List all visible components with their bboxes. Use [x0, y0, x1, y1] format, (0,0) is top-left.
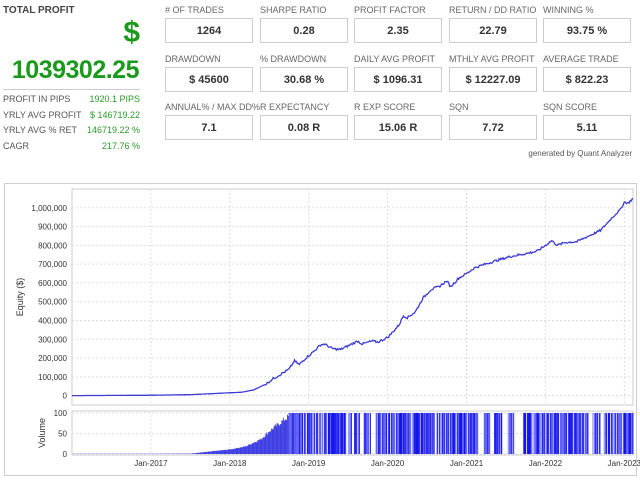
y-tick-label: 200,000	[38, 354, 67, 363]
y-tick-label: 100,000	[38, 373, 67, 382]
x-tick-label: Jan-2018	[213, 459, 247, 468]
y-tick-label: 700,000	[38, 260, 67, 269]
x-tick-label: Jan-2022	[529, 459, 563, 468]
volume-tick-label: 100	[54, 409, 68, 418]
equity-plot-area	[71, 188, 634, 406]
x-tick-label: Jan-2023	[608, 459, 640, 468]
y-tick-label: 600,000	[38, 279, 67, 288]
x-tick-label: Jan-2017	[134, 459, 168, 468]
y-tick-label: 300,000	[38, 335, 67, 344]
volume-tick-label: 50	[58, 430, 67, 439]
y-tick-label: 900,000	[38, 223, 67, 232]
x-tick-label: Jan-2021	[450, 459, 484, 468]
equity-chart: 0 100,000 200,000 300,000 400,000 500,000 600,…	[15, 188, 640, 468]
y-tick-label: 400,000	[38, 316, 67, 325]
equity-axis-label: Equity ($)	[15, 278, 25, 317]
x-tick-label: Jan-2019	[292, 459, 326, 468]
y-tick-label: 0	[63, 392, 68, 401]
y-tick-label: 500,000	[38, 298, 67, 307]
y-tick-label: 800,000	[38, 241, 67, 250]
volume-axis-label: Volume	[37, 418, 47, 448]
volume-tick-label: 0	[63, 450, 68, 459]
x-tick-label: Jan-2020	[371, 459, 405, 468]
y-tick-label: 1,000,000	[31, 204, 67, 213]
